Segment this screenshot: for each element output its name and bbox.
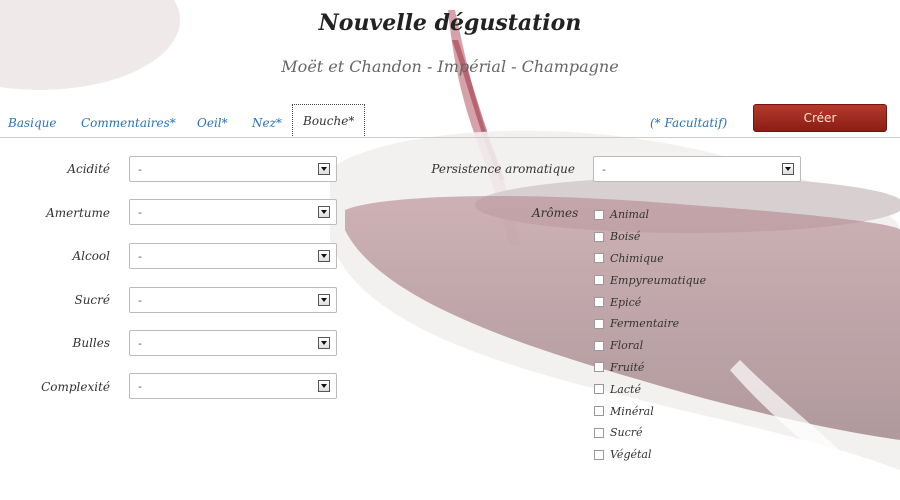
checkbox[interactable] xyxy=(594,362,604,373)
select-complexite[interactable]: - xyxy=(129,373,337,399)
arome-item-animal[interactable]: Animal xyxy=(594,204,706,226)
select-value: - xyxy=(602,163,606,176)
arome-label: Minéral xyxy=(610,404,654,418)
select-value: - xyxy=(138,163,142,176)
arome-label: Animal xyxy=(610,208,650,222)
tab-nez[interactable]: Nez* xyxy=(252,116,282,130)
checkbox[interactable] xyxy=(594,384,604,395)
wine-subtitle: Moët et Chandon - Impérial - Champagne xyxy=(281,57,619,76)
chevron-down-icon xyxy=(318,250,330,262)
arome-item-fermentaire[interactable]: Fermentaire xyxy=(594,313,706,335)
chevron-down-icon xyxy=(318,380,330,392)
chevron-down-icon xyxy=(318,294,330,306)
aromes-checkbox-list: Animal Boisé Chimique Empyreumatique Epi… xyxy=(594,204,706,466)
checkbox[interactable] xyxy=(594,231,604,242)
field-label-acidite: Acidité xyxy=(67,162,110,176)
arome-label: Chimique xyxy=(610,251,664,265)
tab-oeil[interactable]: Oeil* xyxy=(197,116,228,130)
arome-label: Sucré xyxy=(610,426,643,440)
arome-item-fruite[interactable]: Fruité xyxy=(594,357,706,379)
chevron-down-icon xyxy=(318,206,330,218)
select-sucre[interactable]: - xyxy=(129,287,337,313)
select-bulles[interactable]: - xyxy=(129,330,337,356)
select-value: - xyxy=(138,294,142,307)
checkbox[interactable] xyxy=(594,340,604,351)
checkbox[interactable] xyxy=(594,297,604,308)
checkbox[interactable] xyxy=(594,406,604,417)
chevron-down-icon xyxy=(782,163,794,175)
arome-item-empyreumatique[interactable]: Empyreumatique xyxy=(594,269,706,291)
aromes-label: Arômes xyxy=(532,206,579,220)
select-value: - xyxy=(138,250,142,263)
select-value: - xyxy=(138,380,142,393)
chevron-down-icon xyxy=(318,337,330,349)
tab-divider xyxy=(0,137,900,138)
field-label-bulles: Bulles xyxy=(72,336,110,350)
arome-label: Lacté xyxy=(610,382,641,396)
arome-item-floral[interactable]: Floral xyxy=(594,335,706,357)
field-label-alcool: Alcool xyxy=(72,249,110,263)
checkbox[interactable] xyxy=(594,253,604,264)
chevron-down-icon xyxy=(318,163,330,175)
select-persistence-aromatique[interactable]: - xyxy=(593,156,801,182)
checkbox[interactable] xyxy=(594,318,604,329)
arome-label: Empyreumatique xyxy=(610,273,707,287)
select-acidite[interactable]: - xyxy=(129,156,337,182)
arome-label: Fruité xyxy=(610,360,645,374)
checkbox[interactable] xyxy=(594,449,604,460)
tab-basique[interactable]: Basique xyxy=(8,116,56,130)
arome-item-vegetal[interactable]: Végétal xyxy=(594,444,706,466)
checkbox[interactable] xyxy=(594,275,604,286)
arome-item-epice[interactable]: Epicé xyxy=(594,291,706,313)
tab-bouche[interactable]: Bouche* xyxy=(292,104,366,138)
arome-item-mineral[interactable]: Minéral xyxy=(594,400,706,422)
select-value: - xyxy=(138,206,142,219)
select-amertume[interactable]: - xyxy=(129,199,337,225)
field-label-complexite: Complexité xyxy=(41,380,110,394)
optional-note: (* Facultatif) xyxy=(650,116,728,130)
field-label-persistence: Persistence aromatique xyxy=(431,162,575,176)
arome-label: Boisé xyxy=(610,230,641,244)
arome-label: Epicé xyxy=(610,295,642,309)
page-title: Nouvelle dégustation xyxy=(318,10,582,36)
checkbox[interactable] xyxy=(594,427,604,438)
select-alcool[interactable]: - xyxy=(129,243,337,269)
field-label-amertume: Amertume xyxy=(46,206,110,220)
field-label-sucre: Sucré xyxy=(74,293,110,307)
arome-label: Floral xyxy=(610,339,644,353)
checkbox[interactable] xyxy=(594,209,604,220)
arome-item-chimique[interactable]: Chimique xyxy=(594,248,706,270)
arome-label: Fermentaire xyxy=(610,317,680,331)
arome-item-boise[interactable]: Boisé xyxy=(594,226,706,248)
tab-commentaires[interactable]: Commentaires* xyxy=(81,116,176,130)
create-button[interactable]: Créer xyxy=(753,104,887,132)
arome-item-sucre[interactable]: Sucré xyxy=(594,422,706,444)
arome-item-lacte[interactable]: Lacté xyxy=(594,378,706,400)
select-value: - xyxy=(138,337,142,350)
arome-label: Végétal xyxy=(610,448,652,462)
